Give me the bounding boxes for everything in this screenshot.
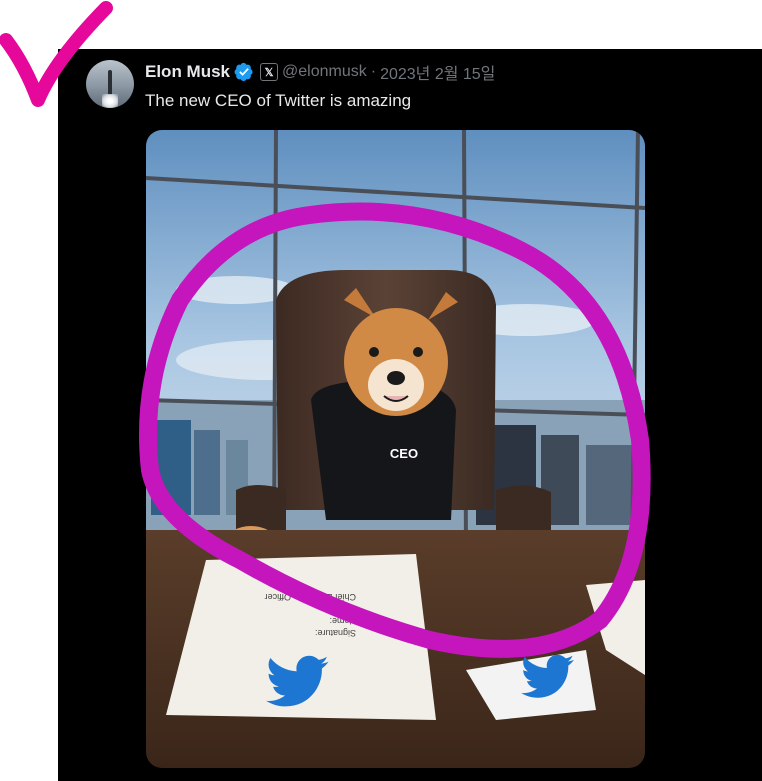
paper-label-0: Signature: (315, 628, 356, 638)
paper-label-1: Name: (329, 616, 356, 626)
tweet-date[interactable]: 2023년 2월 15일 (380, 60, 495, 84)
author-handle[interactable]: @elonmusk (282, 63, 367, 81)
x-affiliate-badge-icon: 𝕏 (260, 63, 279, 81)
tweet-media-photo[interactable]: CEO Signature: Name: Title: Chief Execut… (146, 130, 645, 768)
sweater-text: CEO (390, 446, 418, 461)
avatar-rocket (108, 70, 112, 96)
avatar[interactable] (86, 60, 134, 108)
paper-label-2: Title: (337, 604, 356, 614)
tweet-header: Elon Musk 𝕏 @elonmusk · 2023년 2월 15일 (145, 60, 495, 84)
separator-dot: · (370, 63, 377, 80)
verified-badge-icon (234, 62, 253, 82)
ceo-dog-photo: CEO Signature: Name: Title: Chief Execut… (146, 130, 645, 768)
author-name[interactable]: Elon Musk (145, 62, 230, 82)
avatar-plume (102, 94, 118, 108)
tweet-text: The new CEO of Twitter is amazing (145, 91, 412, 110)
paper-label-3: Chief Executive Officer (265, 592, 356, 602)
